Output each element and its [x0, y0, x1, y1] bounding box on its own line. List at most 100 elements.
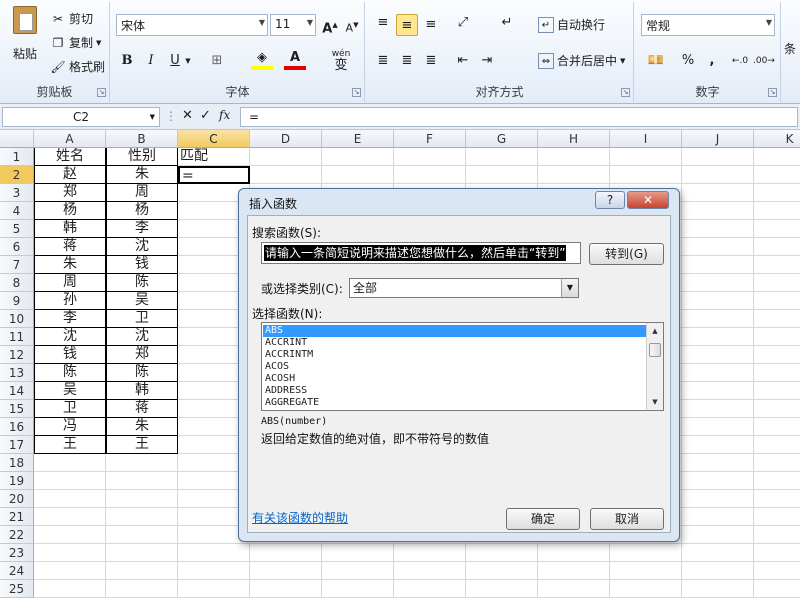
row-header-19[interactable]: 19	[0, 472, 34, 490]
cell-a4[interactable]: 杨	[34, 202, 106, 220]
underline-dropdown-icon[interactable]: ▼	[183, 50, 193, 72]
conditional-format-button[interactable]: 条	[784, 40, 796, 57]
decrease-decimal-icon[interactable]: .00→	[753, 50, 775, 72]
cell-b4[interactable]: 杨	[106, 202, 178, 220]
row-header-14[interactable]: 14	[0, 382, 34, 400]
align-left-icon[interactable]: ≣	[372, 50, 394, 72]
cell-k18[interactable]	[754, 454, 800, 472]
cell-b22[interactable]	[106, 526, 178, 544]
column-header-g[interactable]: G	[466, 130, 538, 148]
row-header-4[interactable]: 4	[0, 202, 34, 220]
cell-h24[interactable]	[538, 562, 610, 580]
cell-j9[interactable]	[682, 292, 754, 310]
row-header-17[interactable]: 17	[0, 436, 34, 454]
cell-g2[interactable]	[466, 166, 538, 184]
cell-k7[interactable]	[754, 256, 800, 274]
cell-k25[interactable]	[754, 580, 800, 598]
row-header-3[interactable]: 3	[0, 184, 34, 202]
fill-color-icon[interactable]: ◈	[251, 50, 273, 70]
enter-formula-icon[interactable]: ✓	[200, 108, 211, 123]
cell-j19[interactable]	[682, 472, 754, 490]
cell-i1[interactable]	[610, 148, 682, 166]
cancel-formula-icon[interactable]: ✕	[182, 108, 193, 123]
row-header-8[interactable]: 8	[0, 274, 34, 292]
grow-font-button[interactable]: A▲	[319, 14, 341, 36]
cell-g24[interactable]	[466, 562, 538, 580]
row-header-6[interactable]: 6	[0, 238, 34, 256]
cell-f25[interactable]	[394, 580, 466, 598]
cell-e1[interactable]	[322, 148, 394, 166]
cell-k17[interactable]	[754, 436, 800, 454]
cell-b18[interactable]	[106, 454, 178, 472]
cell-a13[interactable]: 陈	[34, 364, 106, 382]
cell-b15[interactable]: 蒋	[106, 400, 178, 418]
cell-j17[interactable]	[682, 436, 754, 454]
paste-button[interactable]: 粘贴	[8, 6, 42, 62]
cell-a17[interactable]: 王	[34, 436, 106, 454]
column-header-k[interactable]: K	[754, 130, 800, 148]
cell-f1[interactable]	[394, 148, 466, 166]
cell-c1[interactable]: 匹配	[178, 148, 250, 166]
cell-a25[interactable]	[34, 580, 106, 598]
increase-decimal-icon[interactable]: ←.0	[729, 50, 751, 72]
cell-j6[interactable]	[682, 238, 754, 256]
row-header-9[interactable]: 9	[0, 292, 34, 310]
cell-j21[interactable]	[682, 508, 754, 526]
cell-a5[interactable]: 韩	[34, 220, 106, 238]
cell-k21[interactable]	[754, 508, 800, 526]
cell-j18[interactable]	[682, 454, 754, 472]
clipboard-launcher-icon[interactable]: ↘	[97, 88, 106, 97]
cell-i25[interactable]	[610, 580, 682, 598]
cell-j16[interactable]	[682, 418, 754, 436]
cell-j14[interactable]	[682, 382, 754, 400]
insert-function-icon[interactable]: fx	[219, 108, 230, 122]
column-header-j[interactable]: J	[682, 130, 754, 148]
copy-button[interactable]: ❐ 复制 ▼	[50, 34, 102, 51]
cell-a16[interactable]: 冯	[34, 418, 106, 436]
row-header-1[interactable]: 1	[0, 148, 34, 166]
row-header-15[interactable]: 15	[0, 400, 34, 418]
cell-j25[interactable]	[682, 580, 754, 598]
cell-c25[interactable]	[178, 580, 250, 598]
cell-k19[interactable]	[754, 472, 800, 490]
row-header-18[interactable]: 18	[0, 454, 34, 472]
cell-b25[interactable]	[106, 580, 178, 598]
italic-button[interactable]: I	[140, 50, 162, 72]
align-middle-icon[interactable]: ≡	[396, 14, 418, 36]
cell-b23[interactable]	[106, 544, 178, 562]
column-header-f[interactable]: F	[394, 130, 466, 148]
column-header-a[interactable]: A	[34, 130, 106, 148]
cell-b8[interactable]: 陈	[106, 274, 178, 292]
cell-g23[interactable]	[466, 544, 538, 562]
cell-f23[interactable]	[394, 544, 466, 562]
orientation-icon[interactable]: ⤢	[452, 12, 474, 34]
cell-j1[interactable]	[682, 148, 754, 166]
cell-k4[interactable]	[754, 202, 800, 220]
cell-e25[interactable]	[322, 580, 394, 598]
font-launcher-icon[interactable]: ↘	[352, 88, 361, 97]
cell-h23[interactable]	[538, 544, 610, 562]
cell-a11[interactable]: 沈	[34, 328, 106, 346]
row-header-20[interactable]: 20	[0, 490, 34, 508]
cell-k24[interactable]	[754, 562, 800, 580]
cell-k13[interactable]	[754, 364, 800, 382]
cell-c2[interactable]: =	[178, 166, 250, 184]
cell-d1[interactable]	[250, 148, 322, 166]
column-header-d[interactable]: D	[250, 130, 322, 148]
help-icon[interactable]: ?	[595, 191, 625, 209]
cell-b19[interactable]	[106, 472, 178, 490]
cell-b1[interactable]: 性别	[106, 148, 178, 166]
cell-b2[interactable]: 朱	[106, 166, 178, 184]
cell-d23[interactable]	[250, 544, 322, 562]
cell-d2[interactable]	[250, 166, 322, 184]
cell-k12[interactable]	[754, 346, 800, 364]
format-painter-button[interactable]: 🖌 格式刷	[50, 58, 105, 75]
cell-h2[interactable]	[538, 166, 610, 184]
row-header-21[interactable]: 21	[0, 508, 34, 526]
cell-a10[interactable]: 李	[34, 310, 106, 328]
cell-c23[interactable]	[178, 544, 250, 562]
cell-j4[interactable]	[682, 202, 754, 220]
cell-a19[interactable]	[34, 472, 106, 490]
cell-k11[interactable]	[754, 328, 800, 346]
cell-i2[interactable]	[610, 166, 682, 184]
